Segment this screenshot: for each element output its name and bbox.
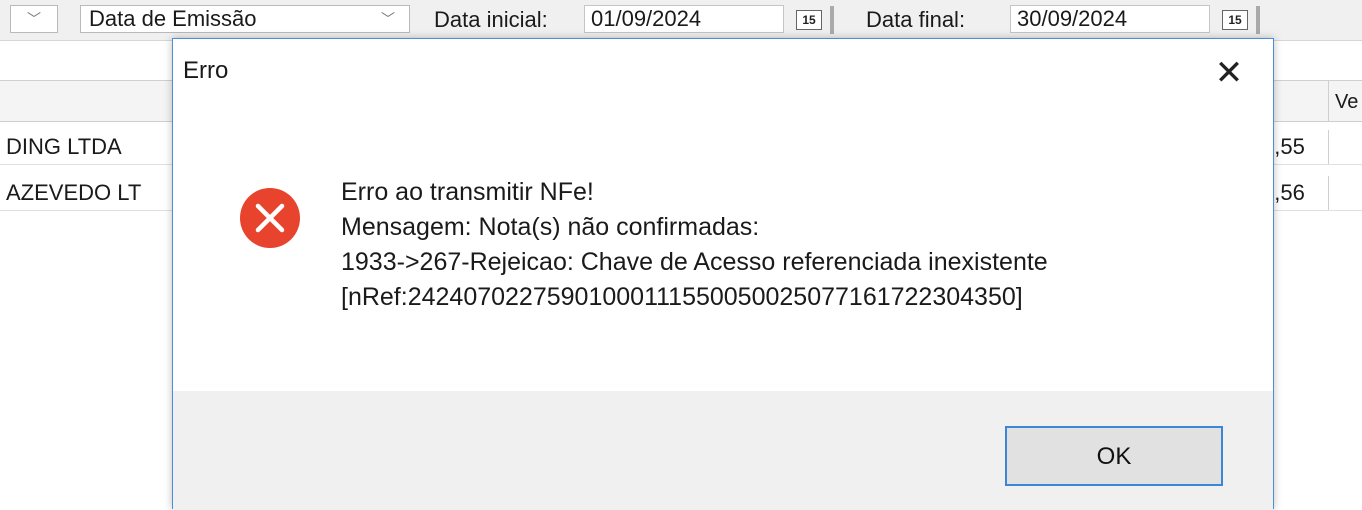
date-type-select[interactable]: Data de Emissão ﹀: [80, 5, 410, 33]
error-icon: [240, 188, 300, 248]
end-date-input[interactable]: 30/09/2024: [1010, 5, 1210, 33]
message-line: 1933->267-Rejeicao: Chave de Acesso refe…: [341, 248, 1048, 276]
chevron-down-icon: ﹀: [27, 11, 41, 27]
dialog-footer: OK: [173, 391, 1273, 510]
start-date-input[interactable]: 01/09/2024: [584, 5, 784, 33]
filter-dropdown[interactable]: ﹀: [10, 5, 58, 33]
close-icon[interactable]: ✕: [1209, 53, 1249, 93]
error-dialog: Erro ✕ Erro ao transmitir NFe! Mensagem:…: [172, 38, 1274, 510]
message-line: Mensagem: Nota(s) não confirmadas:: [341, 213, 760, 241]
message-line: Erro ao transmitir NFe!: [341, 178, 594, 206]
dialog-body: Erro ao transmitir NFe! Mensagem: Nota(s…: [173, 105, 1273, 391]
calendar-icon[interactable]: 15: [796, 10, 822, 30]
start-date-label: Data inicial:: [434, 7, 548, 32]
column-header-ve[interactable]: Ve: [1328, 81, 1358, 121]
chevron-down-icon: ﹀: [381, 11, 395, 27]
filter-toolbar: ﹀ Data de Emissão ﹀ Data inicial: 01/09/…: [0, 0, 1362, 41]
ok-button[interactable]: OK: [1005, 426, 1223, 486]
toolbar-separator: [830, 6, 834, 34]
date-type-value: Data de Emissão: [89, 6, 257, 31]
dialog-title: Erro: [183, 57, 229, 84]
message-line: [nRef:2424070227590100011155005002507716…: [341, 283, 1023, 311]
error-message: Erro ao transmitir NFe! Mensagem: Nota(s…: [341, 175, 1048, 315]
row-name: AZEVEDO LT: [6, 180, 142, 205]
dialog-titlebar: Erro ✕: [173, 39, 1273, 105]
end-date-label: Data final:: [866, 7, 966, 32]
calendar-icon[interactable]: 15: [1222, 10, 1248, 30]
row-name: DING LTDA: [6, 134, 122, 159]
toolbar-separator: [1256, 6, 1260, 34]
